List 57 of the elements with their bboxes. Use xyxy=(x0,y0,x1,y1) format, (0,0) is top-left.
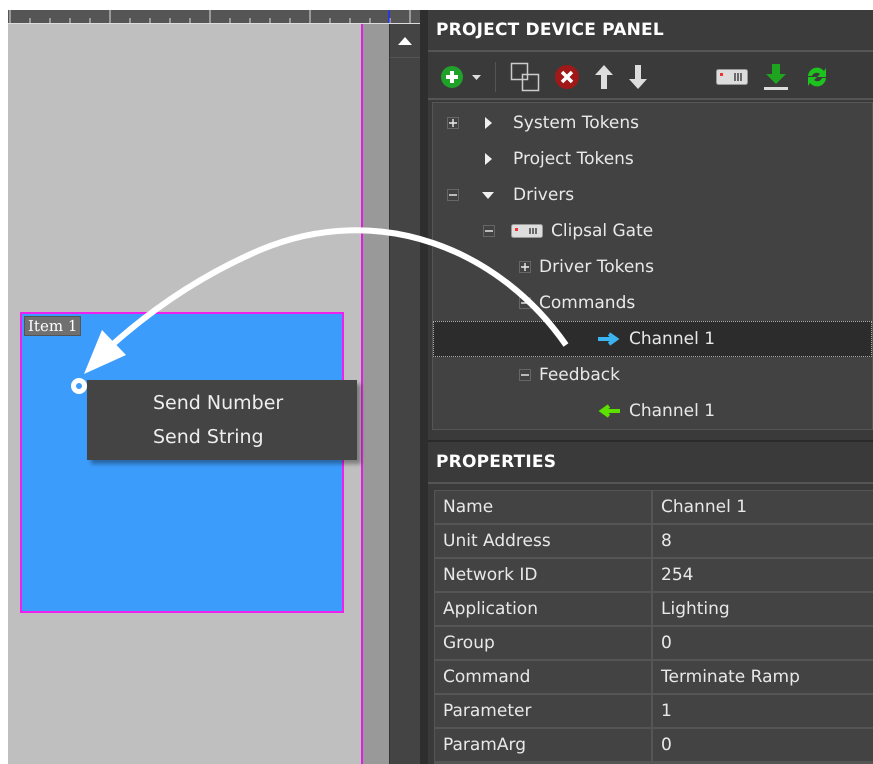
property-name: Group xyxy=(435,627,653,659)
add-button[interactable] xyxy=(440,65,464,89)
collapse-icon[interactable] xyxy=(447,188,459,201)
up-arrow-icon[interactable] xyxy=(594,64,614,90)
property-value[interactable]: 8 xyxy=(653,525,873,557)
tree-item-label: Project Tokens xyxy=(513,148,634,169)
tree-item[interactable]: Feedback xyxy=(433,356,872,393)
tree-item-label: Drivers xyxy=(513,184,574,205)
property-value[interactable]: 1 xyxy=(653,695,873,727)
down-arrow-icon[interactable] xyxy=(628,64,648,90)
property-name: Name xyxy=(435,491,653,523)
scrollbar[interactable] xyxy=(389,24,420,764)
delete-icon[interactable] xyxy=(554,64,580,90)
tree-item-label: Channel 1 xyxy=(629,400,716,421)
tree-item[interactable]: System Tokens xyxy=(433,104,872,141)
property-value[interactable]: Terminate Ramp xyxy=(653,661,873,693)
property-name: Parameter xyxy=(435,695,653,727)
tree-item[interactable]: Project Tokens xyxy=(433,140,872,177)
tree-item-label: Clipsal Gate xyxy=(551,220,654,241)
download-icon[interactable] xyxy=(762,63,790,91)
tree-item[interactable]: Drivers xyxy=(433,176,872,213)
property-name: Unit Address xyxy=(435,525,653,557)
copy-icon[interactable] xyxy=(510,62,540,92)
tree-item-label: Driver Tokens xyxy=(539,256,654,277)
property-value[interactable]: Channel 1 xyxy=(653,491,873,523)
panel-title: PROJECT DEVICE PANEL xyxy=(436,20,664,40)
right-arrow-icon xyxy=(597,332,621,346)
tree-item[interactable]: Channel 1 xyxy=(433,320,872,357)
collapse-icon[interactable] xyxy=(519,368,531,381)
property-name: ParamArg xyxy=(435,729,653,761)
tree-item-label: Feedback xyxy=(539,364,620,385)
device-icon xyxy=(511,224,543,238)
property-value[interactable]: 0 xyxy=(653,729,873,761)
property-value[interactable]: 0 xyxy=(653,627,873,659)
tree-item-label: Commands xyxy=(539,292,636,313)
up-triangle-icon[interactable] xyxy=(398,36,412,44)
tree-item-label: System Tokens xyxy=(513,112,640,133)
tree-item[interactable]: Channel 1 xyxy=(433,392,872,429)
item-label: Item 1 xyxy=(24,316,82,336)
tree-item-label: Channel 1 xyxy=(629,328,716,349)
expand-icon[interactable] xyxy=(447,116,459,129)
property-name: Application xyxy=(435,593,653,625)
property-name: Network ID xyxy=(435,559,653,591)
property-value[interactable]: Lighting xyxy=(653,593,873,625)
collapse-icon[interactable] xyxy=(519,296,531,309)
tree-item[interactable]: Commands xyxy=(433,284,872,321)
property-name: Command xyxy=(435,661,653,693)
connection-point-icon xyxy=(71,378,87,394)
properties-title: PROPERTIES xyxy=(436,452,556,472)
property-value[interactable]: 254 xyxy=(653,559,873,591)
tree-item[interactable]: Driver Tokens xyxy=(433,248,872,285)
expand-icon[interactable] xyxy=(519,260,531,273)
caret-icon[interactable] xyxy=(472,74,481,80)
device-icon[interactable] xyxy=(716,69,748,85)
left-arrow-icon xyxy=(597,404,621,418)
tree-item[interactable]: Clipsal Gate xyxy=(433,212,872,249)
collapse-icon[interactable] xyxy=(483,224,495,237)
